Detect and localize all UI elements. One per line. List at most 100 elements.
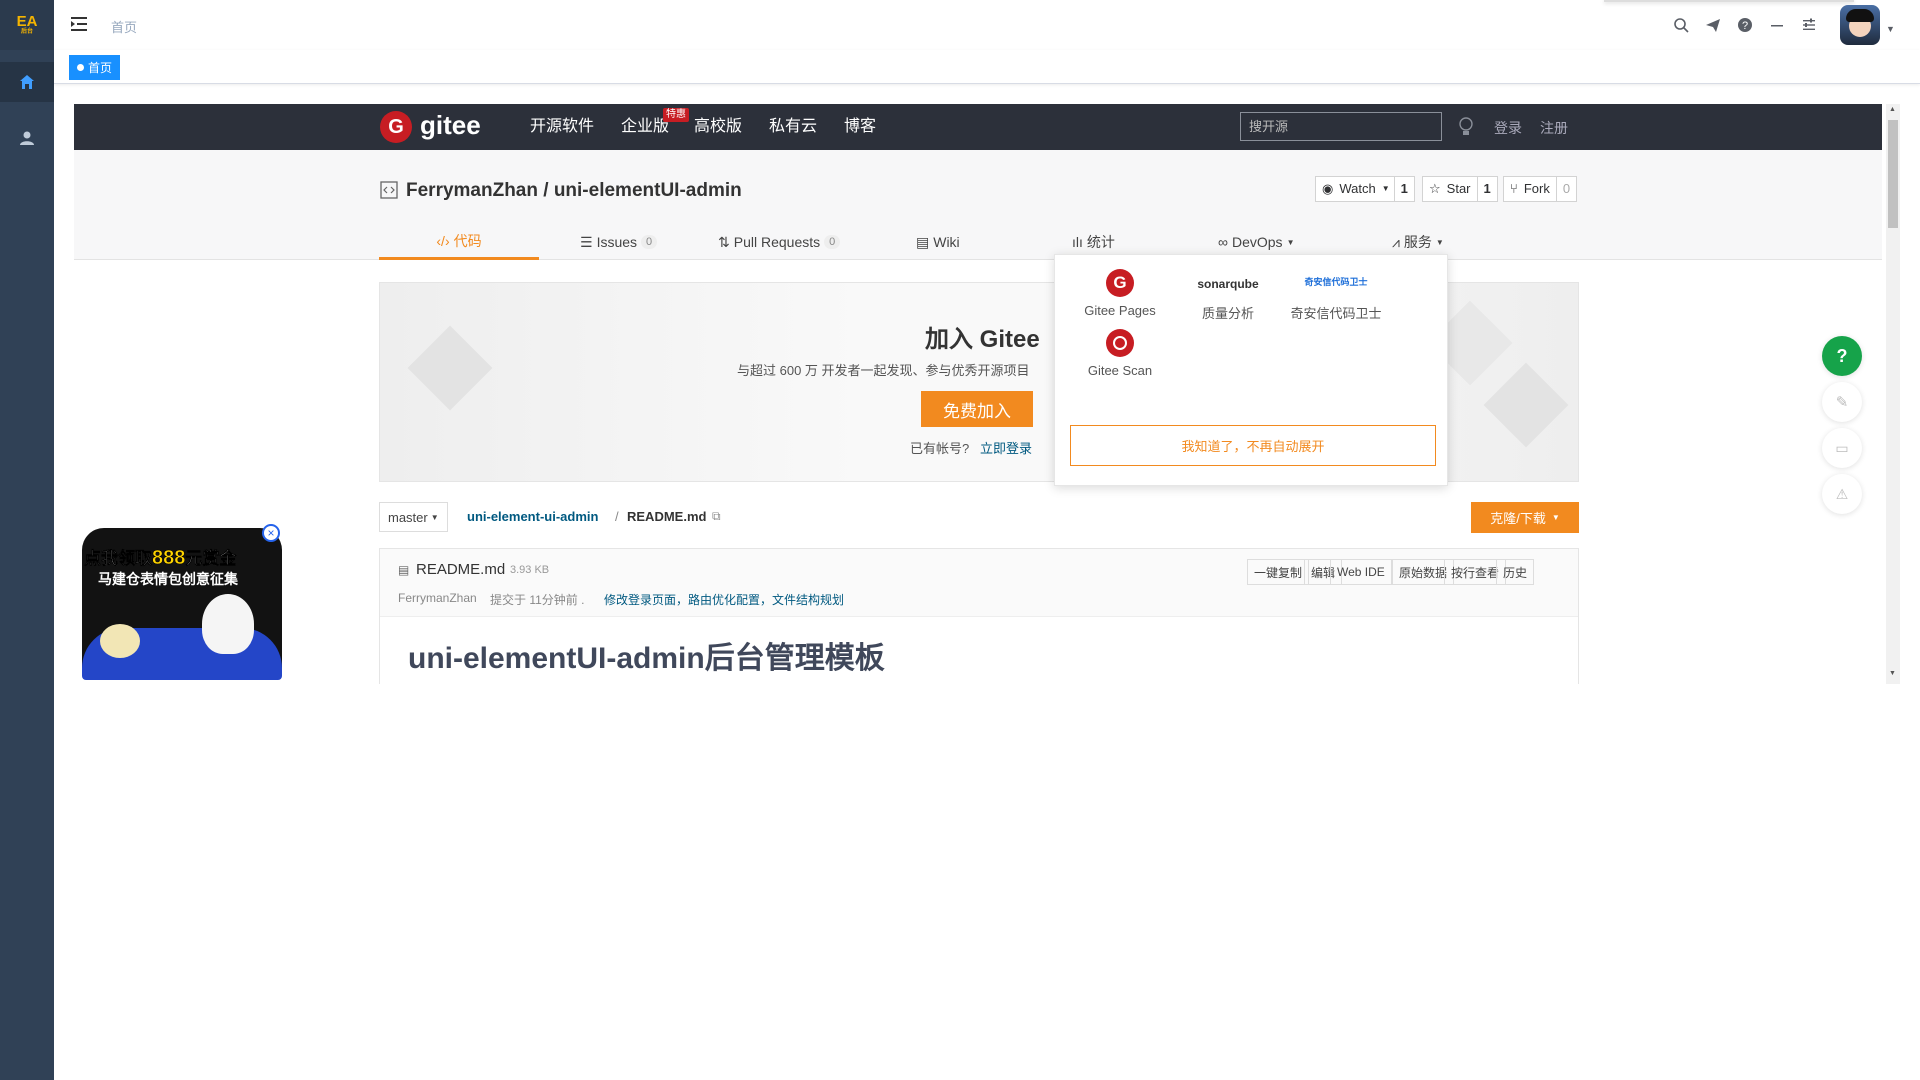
service-quality-analysis[interactable]: sonarqube 质量分析 bbox=[1173, 269, 1283, 322]
gitee-search-input[interactable]: 搜开源 bbox=[1240, 112, 1442, 141]
tag-home[interactable]: 首页 bbox=[69, 55, 121, 80]
iframe-scrollbar[interactable]: ▲ ▼ bbox=[1886, 104, 1900, 684]
share-float-button[interactable]: ✎ bbox=[1822, 382, 1862, 422]
report-float-button[interactable]: ⚠ bbox=[1822, 474, 1862, 514]
avatar[interactable] bbox=[1840, 5, 1880, 45]
tab-label: Wiki bbox=[933, 234, 960, 250]
branch-select[interactable]: master ▼ bbox=[379, 502, 448, 532]
minimize-icon bbox=[1771, 25, 1783, 27]
comment-float-button[interactable]: ▭ bbox=[1822, 428, 1862, 468]
scroll-down-arrow[interactable]: ▼ bbox=[1889, 670, 1896, 677]
service-gitee-scan[interactable]: Gitee Scan bbox=[1065, 329, 1175, 378]
join-free-button[interactable]: 免费加入 bbox=[921, 391, 1033, 427]
path-root-link[interactable]: uni-element-ui-admin bbox=[467, 509, 598, 524]
tab-pull-requests[interactable]: ⇅ Pull Requests 0 bbox=[718, 224, 841, 260]
scrollbar-thumb[interactable] bbox=[1888, 120, 1898, 228]
pulse-icon: ⩘ bbox=[1392, 233, 1400, 250]
tab-code[interactable]: ‹/› 代码 bbox=[379, 224, 539, 260]
service-label: 奇安信代码卫士 bbox=[1290, 306, 1382, 321]
help-float-button[interactable]: ? bbox=[1822, 336, 1862, 376]
gitee-brand[interactable]: gitee bbox=[420, 109, 481, 141]
search-button[interactable] bbox=[1668, 12, 1694, 38]
sidebar-item-user[interactable] bbox=[0, 118, 54, 158]
caret-icon: ▼ bbox=[1435, 237, 1444, 247]
login-link[interactable]: 登录 bbox=[1494, 118, 1522, 138]
nav-enterprise[interactable]: 企业版 bbox=[621, 104, 669, 150]
promo-ad[interactable]: 点我领取888元赏金 马建仓表情包创意征集 × bbox=[82, 524, 292, 682]
help-icon: ? bbox=[1738, 18, 1752, 32]
app-logo[interactable]: EA 后台 bbox=[0, 0, 54, 50]
issues-icon: ☰ bbox=[580, 233, 593, 250]
lightbulb-icon[interactable] bbox=[1458, 117, 1474, 137]
tags-view: 首页 bbox=[54, 50, 1920, 84]
history-button[interactable]: 历史 bbox=[1496, 559, 1535, 585]
repo-header bbox=[74, 150, 1882, 260]
register-link[interactable]: 注册 bbox=[1540, 118, 1568, 138]
repo-title[interactable]: FerrymanZhan / uni-elementUI-admin bbox=[406, 180, 742, 202]
tab-wiki[interactable]: ▤ Wiki bbox=[916, 224, 960, 260]
clone-download-button[interactable]: 克隆/下载 ▼ bbox=[1471, 502, 1579, 533]
nav-blog[interactable]: 博客 bbox=[844, 104, 876, 150]
tab-label: Pull Requests bbox=[733, 234, 821, 250]
tag-active-dot bbox=[77, 64, 84, 71]
login-now-link[interactable]: 立即登录 bbox=[980, 438, 1032, 457]
gitee-pages-icon: G bbox=[1106, 269, 1134, 297]
service-label: Gitee Scan bbox=[1087, 363, 1153, 378]
nav-private-cloud[interactable]: 私有云 bbox=[769, 104, 817, 150]
watch-button[interactable]: ◉ Watch ▼ 1 bbox=[1315, 176, 1415, 202]
watch-count[interactable]: 1 bbox=[1393, 177, 1414, 201]
fork-button[interactable]: ⑂ Fork 0 bbox=[1503, 176, 1578, 202]
menu-toggle-button[interactable] bbox=[70, 15, 88, 38]
web-ide-button[interactable]: Web IDE bbox=[1330, 559, 1392, 585]
copy-icon[interactable]: ⧉ bbox=[712, 509, 721, 524]
settings-button[interactable] bbox=[1796, 12, 1822, 38]
tab-label: 统计 bbox=[1086, 234, 1115, 250]
edit-link-icon: ✎ bbox=[1835, 394, 1849, 411]
sidebar-item-home[interactable] bbox=[0, 62, 54, 102]
fork-label: Fork bbox=[1523, 181, 1550, 196]
avatar-caret-icon[interactable]: ▼ bbox=[1886, 24, 1895, 34]
minimize-button[interactable] bbox=[1764, 12, 1790, 38]
path-file: README.md bbox=[627, 509, 707, 524]
wiki-icon: ▤ bbox=[916, 233, 930, 250]
tab-label: DevOps bbox=[1231, 234, 1283, 250]
scroll-up-arrow[interactable]: ▲ bbox=[1889, 106, 1896, 113]
ad-decoration bbox=[100, 624, 140, 658]
branch-name: master bbox=[388, 509, 428, 525]
help-button[interactable]: ? bbox=[1732, 12, 1758, 38]
caret-icon: ▼ bbox=[1286, 237, 1295, 247]
copy-all-button[interactable]: 一键复制 bbox=[1247, 559, 1310, 585]
message-button[interactable] bbox=[1700, 12, 1726, 38]
ad-subline: 马建仓表情包创意征集 bbox=[98, 571, 238, 587]
service-gitee-pages[interactable]: G Gitee Pages bbox=[1065, 269, 1175, 318]
readme-heading: uni-elementUI-admin后台管理模板 bbox=[408, 642, 885, 675]
banner-subtitle: 与超过 600 万 开发者一起发现、参与优秀开源项目 bbox=[737, 363, 1030, 378]
nav-education[interactable]: 高校版 bbox=[694, 104, 742, 150]
commit-message-link[interactable]: 修改登录页面，路由优化配置，文件结构规划 bbox=[604, 591, 844, 608]
sonarqube-logo: sonarqube bbox=[1197, 277, 1259, 291]
ad-mascot bbox=[202, 594, 254, 654]
nav-badge: 特惠 bbox=[663, 108, 689, 122]
star-button[interactable]: ☆ Star 1 bbox=[1422, 176, 1498, 202]
settings-icon bbox=[1803, 18, 1815, 30]
gitee-logo-icon[interactable]: G bbox=[380, 111, 412, 143]
nav-open-source[interactable]: 开源软件 bbox=[530, 104, 594, 150]
commit-author[interactable]: FerrymanZhan bbox=[398, 591, 477, 605]
pull-request-icon: ⇅ bbox=[718, 233, 730, 250]
caret-icon: ▼ bbox=[1551, 513, 1560, 522]
tab-issues[interactable]: ☰ Issues 0 bbox=[580, 224, 658, 260]
svg-text:?: ? bbox=[1742, 20, 1748, 32]
fork-count[interactable]: 0 bbox=[1555, 177, 1576, 201]
star-count[interactable]: 1 bbox=[1476, 177, 1497, 201]
close-icon[interactable]: × bbox=[262, 524, 280, 542]
qianxin-logo: 奇安信代码卫士 bbox=[1304, 277, 1368, 287]
readme-filename: README.md bbox=[416, 561, 506, 578]
dismiss-auto-expand-button[interactable]: 我知道了，不再自动展开 bbox=[1070, 425, 1436, 466]
infinity-icon: ∞ bbox=[1218, 234, 1228, 250]
user-icon bbox=[20, 131, 34, 145]
tab-label: 代码 bbox=[453, 232, 482, 249]
service-code-security[interactable]: 奇安信代码卫士 奇安信代码卫士 bbox=[1281, 269, 1391, 322]
send-icon bbox=[1706, 19, 1720, 32]
code-icon: ‹/› bbox=[436, 232, 450, 249]
home-icon bbox=[20, 75, 34, 89]
